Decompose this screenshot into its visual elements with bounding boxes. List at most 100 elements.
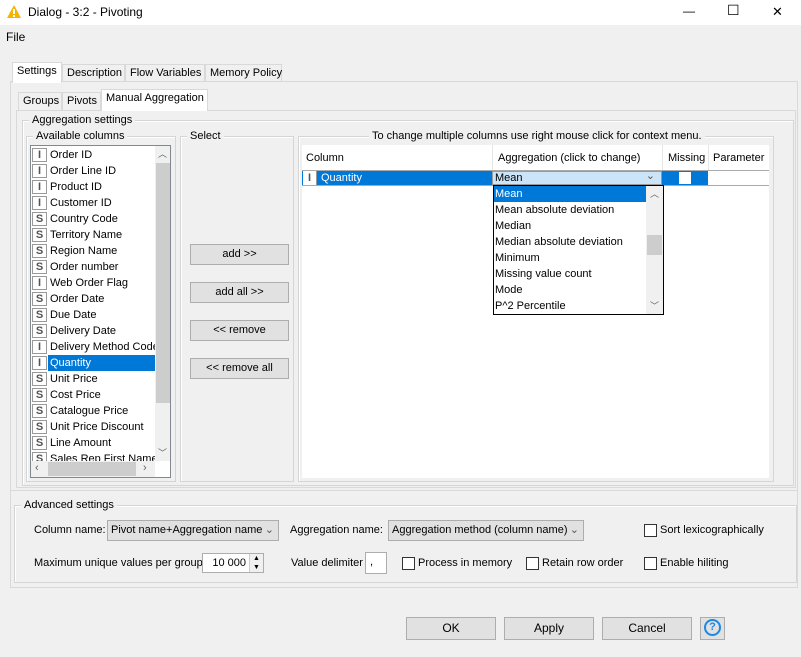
string-type-icon: S: [32, 292, 47, 306]
column-name: Due Date: [50, 309, 97, 321]
integer-type-icon: I: [32, 196, 47, 210]
column-name: Delivery Method Code: [50, 341, 156, 353]
max-unique-value: 10 000: [212, 557, 246, 569]
aggregation-name-select[interactable]: Aggregation method (column name) ⌄: [388, 520, 584, 541]
header-missing[interactable]: Missing: [668, 152, 705, 164]
missing-cell[interactable]: [662, 171, 708, 185]
add-button[interactable]: add >>: [190, 244, 289, 265]
column-list-item[interactable]: S Catalogue Price: [31, 403, 156, 419]
column-list-item[interactable]: S Territory Name: [31, 227, 156, 243]
column-list-item[interactable]: S Region Name: [31, 243, 156, 259]
max-unique-spinner[interactable]: 10 000 ▲ ▼: [202, 553, 264, 573]
column-name: Web Order Flag: [50, 277, 129, 289]
string-type-icon: S: [32, 436, 47, 450]
process-in-memory-checkbox[interactable]: [402, 557, 415, 570]
tab-flow-variables[interactable]: Flow Variables: [125, 64, 205, 82]
menu-file[interactable]: File: [6, 30, 25, 44]
dropdown-option[interactable]: Median: [494, 218, 646, 234]
missing-checkbox[interactable]: [679, 172, 691, 184]
column-list-item[interactable]: I Order ID: [31, 147, 156, 163]
column-name: Order ID: [50, 149, 93, 161]
column-name: Product ID: [50, 181, 102, 193]
scroll-left-icon[interactable]: ‹: [35, 462, 39, 474]
string-type-icon: S: [32, 420, 47, 434]
column-list-item[interactable]: I Customer ID: [31, 195, 156, 211]
remove-all-button[interactable]: << remove all: [190, 358, 289, 379]
column-list-item[interactable]: I Product ID: [31, 179, 156, 195]
tab-groups[interactable]: Groups: [18, 92, 62, 110]
dropdown-option[interactable]: Minimum: [494, 250, 646, 266]
dropdown-option[interactable]: Mean absolute deviation: [494, 202, 646, 218]
column-list-item[interactable]: S Sales Rep First Name: [31, 451, 156, 461]
retain-row-order-checkbox[interactable]: [526, 557, 539, 570]
tab-pivots[interactable]: Pivots: [62, 92, 101, 110]
dropdown-option[interactable]: Median absolute deviation: [494, 234, 646, 250]
tab-settings-active[interactable]: Settings: [12, 62, 62, 83]
column-name: Line Amount: [50, 437, 112, 449]
tab-description[interactable]: Description: [62, 64, 125, 82]
header-aggregation[interactable]: Aggregation (click to change): [498, 152, 640, 164]
string-type-icon: S: [32, 372, 47, 386]
dropdown-option[interactable]: Missing value count: [494, 266, 646, 282]
window-title: Dialog - 3:2 - Pivoting: [28, 5, 143, 19]
dropdown-option[interactable]: Mode: [494, 282, 646, 298]
header-column[interactable]: Column: [306, 152, 344, 164]
scroll-down-icon[interactable]: ﹀: [158, 446, 167, 459]
add-all-button[interactable]: add all >>: [190, 282, 289, 303]
column-list-item[interactable]: I Web Order Flag: [31, 275, 156, 291]
aggregation-dropdown[interactable]: Mean Mean absolute deviation Median Median …: [493, 185, 664, 315]
column-list-item[interactable]: S Order number: [31, 259, 156, 275]
column-name: Order Date: [50, 293, 105, 305]
column-list-item[interactable]: S Country Code: [31, 211, 156, 227]
sort-lexicographically-label: Sort lexicographically: [660, 524, 764, 536]
column-list-item[interactable]: I Delivery Method Code: [31, 339, 156, 355]
tab-memory-policy[interactable]: Memory Policy: [205, 64, 282, 82]
h-scrollbar-thumb[interactable]: [48, 462, 136, 476]
scrollbar-thumb[interactable]: [156, 163, 170, 403]
dropdown-scrollbar[interactable]: ︿ ﹀: [646, 186, 663, 314]
column-list-item[interactable]: S Unit Price: [31, 371, 156, 387]
column-list-item[interactable]: I Order Line ID: [31, 163, 156, 179]
dropdown-scrollbar-thumb[interactable]: [647, 235, 662, 255]
column-list-item[interactable]: S Delivery Date: [31, 323, 156, 339]
scroll-up-icon[interactable]: ︿: [650, 187, 659, 200]
available-columns-list[interactable]: I Order ID I Order Line ID I Product ID I Custo…: [30, 145, 171, 478]
apply-button[interactable]: Apply: [504, 617, 594, 640]
column-list-item[interactable]: S Line Amount: [31, 435, 156, 451]
scroll-up-icon[interactable]: ︿: [158, 147, 167, 160]
string-type-icon: S: [32, 388, 47, 402]
maximize-button[interactable]: ☐: [727, 2, 740, 19]
spinner-arrows[interactable]: ▲ ▼: [249, 554, 263, 572]
header-parameter[interactable]: Parameter: [713, 152, 764, 164]
column-list-item[interactable]: S Due Date: [31, 307, 156, 323]
remove-button[interactable]: << remove: [190, 320, 289, 341]
horizontal-scrollbar[interactable]: ‹ ›: [31, 461, 155, 477]
aggregation-settings-legend: Aggregation settings: [29, 114, 136, 126]
scroll-right-icon[interactable]: ›: [143, 462, 147, 474]
table-row[interactable]: I Quantity Mean ⌄: [302, 170, 769, 186]
scroll-down-icon[interactable]: ﹀: [650, 299, 659, 312]
sort-lexicographically-checkbox[interactable]: [644, 524, 657, 537]
column-list-item[interactable]: S Cost Price: [31, 387, 156, 403]
cancel-button[interactable]: Cancel: [602, 617, 692, 640]
column-list-item[interactable]: S Order Date: [31, 291, 156, 307]
close-button[interactable]: ✕: [772, 4, 783, 20]
enable-hiliting-label: Enable hiliting: [660, 557, 729, 569]
column-name-select[interactable]: Pivot name+Aggregation name ⌄: [107, 520, 279, 541]
value-delimiter-input[interactable]: ,: [365, 552, 387, 574]
minimize-button[interactable]: —: [683, 4, 695, 18]
dropdown-option[interactable]: P^2 Percentile: [494, 298, 646, 314]
dropdown-option[interactable]: Mean: [494, 186, 646, 202]
tab-manual-aggregation[interactable]: Manual Aggregation: [101, 89, 208, 111]
column-name: Cost Price: [50, 389, 101, 401]
vertical-scrollbar[interactable]: ︿ ﹀: [155, 146, 170, 461]
column-list-item[interactable]: S Unit Price Discount: [31, 419, 156, 435]
integer-type-icon: I: [32, 340, 47, 354]
enable-hiliting-checkbox[interactable]: [644, 557, 657, 570]
column-name: Delivery Date: [50, 325, 117, 337]
hint-text: To change multiple columns use right mou…: [369, 130, 705, 142]
ok-button[interactable]: OK: [406, 617, 496, 640]
aggregation-combo[interactable]: Mean ⌄: [492, 170, 662, 185]
help-button[interactable]: ?: [700, 617, 725, 640]
column-list-item[interactable]: I Quantity: [31, 355, 156, 371]
